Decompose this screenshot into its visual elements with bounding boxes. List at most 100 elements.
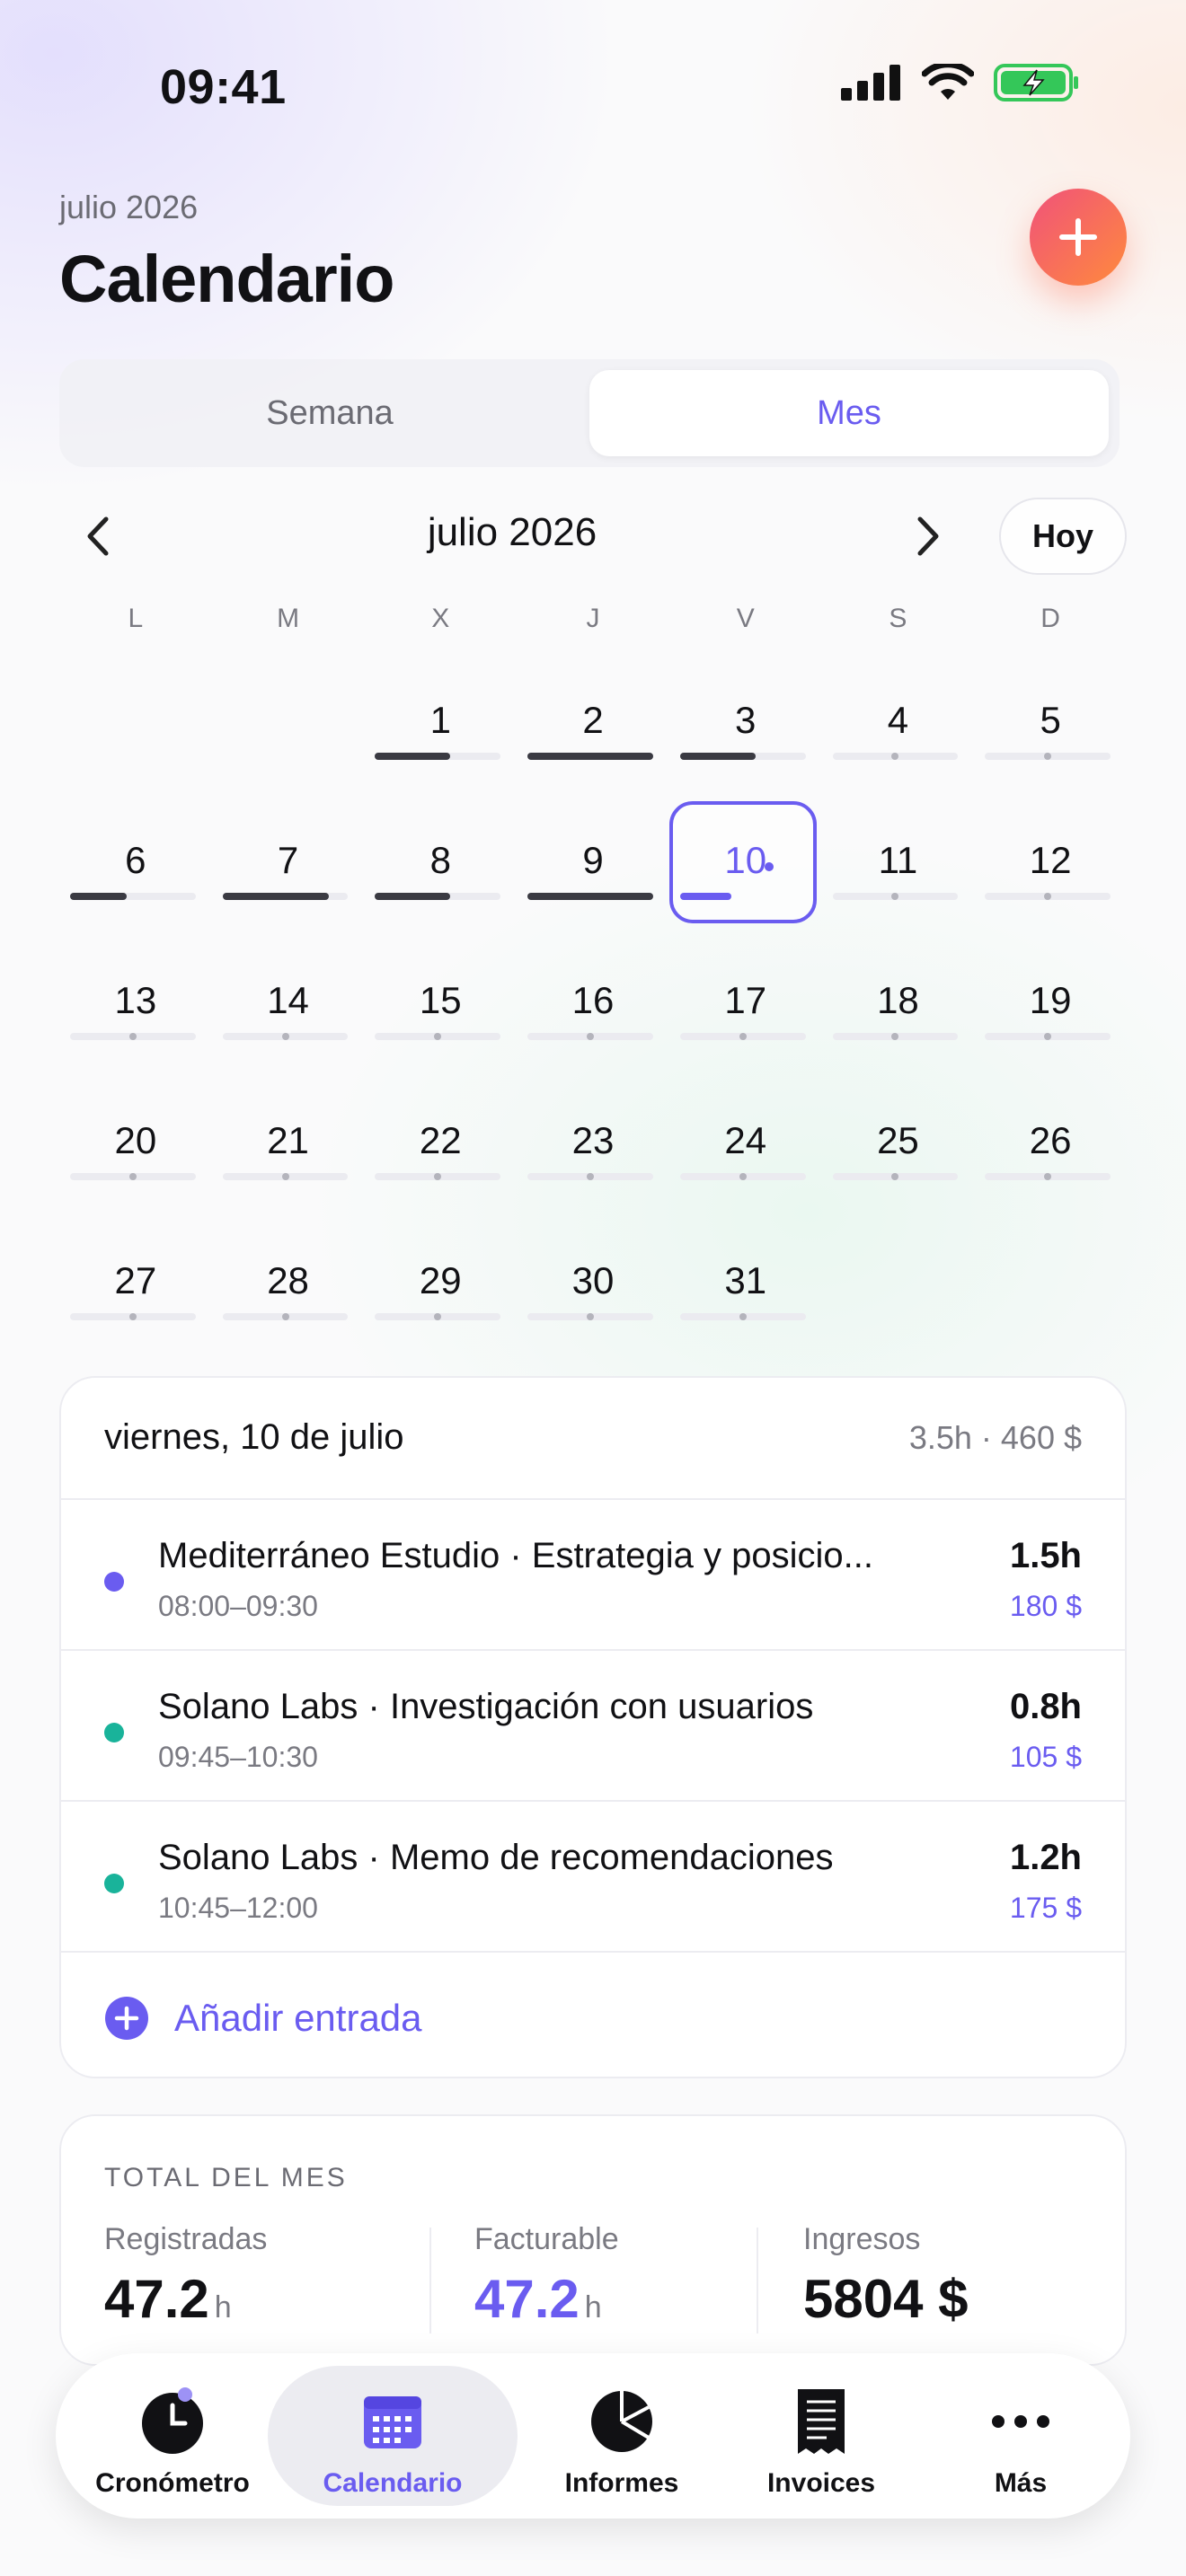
calendar-day[interactable]: 14 xyxy=(212,959,365,1099)
calendar-day[interactable]: 19 xyxy=(974,959,1127,1099)
weekday-label: X xyxy=(431,604,450,633)
day-empty-dot xyxy=(1044,893,1052,900)
status-time: 09:41 xyxy=(160,60,287,114)
segment-week[interactable]: Semana xyxy=(70,370,589,456)
day-hours-fill xyxy=(679,893,732,900)
divider xyxy=(757,2228,758,2333)
day-number: 27 xyxy=(114,1259,157,1301)
tab-mas[interactable]: Más xyxy=(931,2366,1111,2506)
calendar-day[interactable]: 25 xyxy=(822,1099,975,1239)
day-empty-dot xyxy=(739,1173,747,1180)
calendar-day[interactable]: 3 xyxy=(669,679,822,819)
calendar-day[interactable]: 29 xyxy=(364,1239,517,1380)
day-number: 5 xyxy=(1040,699,1061,741)
calendar-day[interactable]: 1 xyxy=(364,679,517,819)
day-empty-dot xyxy=(586,1033,594,1040)
time-entry[interactable]: Solano Labs · Memo de recomendaciones 10… xyxy=(61,1802,1125,1953)
calendar-day[interactable]: 20 xyxy=(59,1099,212,1239)
calendar-day[interactable]: 8 xyxy=(364,819,517,959)
day-hours-bar xyxy=(985,1173,1111,1180)
time-entry[interactable]: Mediterráneo Estudio · Estrategia y posi… xyxy=(61,1500,1125,1651)
day-empty-dot xyxy=(281,1173,289,1180)
add-button[interactable] xyxy=(1030,189,1127,286)
day-hours-fill xyxy=(222,893,330,900)
entry-amount: 175 $ xyxy=(1009,1892,1082,1924)
weekday-label: D xyxy=(1040,604,1060,633)
page-title: Calendario xyxy=(59,242,394,316)
tab-calendario[interactable]: Calendario xyxy=(268,2366,518,2506)
more-icon xyxy=(987,2387,1055,2456)
calendar-day[interactable]: 4 xyxy=(822,679,975,819)
calendar-day[interactable]: 30 xyxy=(517,1239,669,1380)
day-number: 6 xyxy=(125,839,146,881)
calendar-day[interactable]: 15 xyxy=(364,959,517,1099)
invoice-icon xyxy=(787,2387,855,2456)
entry-time: 09:45–10:30 xyxy=(158,1741,318,1773)
time-entry[interactable]: Solano Labs · Investigación con usuarios… xyxy=(61,1651,1125,1802)
project-color-dot xyxy=(104,1874,124,1893)
calendar-day[interactable]: 13 xyxy=(59,959,212,1099)
calendar-day[interactable]: 21 xyxy=(212,1099,365,1239)
calendar-day[interactable]: 17 xyxy=(669,959,822,1099)
project-color-dot xyxy=(104,1572,124,1592)
calendar-day[interactable]: 12 xyxy=(974,819,1127,959)
calendar-day[interactable]: 18 xyxy=(822,959,975,1099)
calendar-day[interactable]: 27 xyxy=(59,1239,212,1380)
stat-value: 5804 $ xyxy=(803,2269,969,2329)
calendar-day[interactable]: 23 xyxy=(517,1099,669,1239)
day-empty-dot xyxy=(586,1313,594,1320)
wifi-icon xyxy=(922,64,974,100)
stat-label: Facturable xyxy=(474,2222,619,2256)
month-nav-title: julio 2026 xyxy=(427,510,597,554)
day-hours-bar xyxy=(985,1033,1111,1040)
calendar-day[interactable]: 2 xyxy=(517,679,669,819)
entry-title: Mediterráneo Estudio · Estrategia y posi… xyxy=(158,1536,873,1575)
tab-invoices[interactable]: Invoices xyxy=(731,2366,911,2506)
day-number: 14 xyxy=(267,979,309,1021)
today-button[interactable]: Hoy xyxy=(999,498,1127,575)
day-empty-dot xyxy=(1044,753,1052,760)
calendar-day[interactable]: 28 xyxy=(212,1239,365,1380)
calendar-day[interactable]: 6 xyxy=(59,819,212,959)
calendar-day[interactable]: 24 xyxy=(669,1099,822,1239)
calendar-day-today[interactable]: 10 xyxy=(668,801,822,959)
calendar-day[interactable]: 16 xyxy=(517,959,669,1099)
entry-amount: 105 $ xyxy=(1009,1741,1082,1773)
segment-month[interactable]: Mes xyxy=(589,370,1109,456)
month-subtitle: julio 2026 xyxy=(59,189,199,225)
calendar-day[interactable]: 31 xyxy=(669,1239,822,1380)
day-card-summary: 3.5h · 460 $ xyxy=(908,1419,1082,1456)
tab-label: Cronómetro xyxy=(95,2468,250,2498)
day-card-header: viernes, 10 de julio 3.5h · 460 $ xyxy=(61,1378,1125,1500)
add-entry-button[interactable]: Añadir entrada xyxy=(104,1996,422,2041)
day-hours-fill xyxy=(679,753,756,760)
day-empty-dot xyxy=(281,1033,289,1040)
calendar-day[interactable]: 22 xyxy=(364,1099,517,1239)
calendar-day[interactable]: 9 xyxy=(517,819,669,959)
calendar-day[interactable]: 26 xyxy=(974,1099,1127,1239)
day-hours-bar xyxy=(222,1033,349,1040)
calendar-day[interactable]: 5 xyxy=(974,679,1127,819)
day-hours-bar xyxy=(70,1033,196,1040)
day-number: 25 xyxy=(877,1119,919,1161)
tab-informes[interactable]: Informes xyxy=(532,2366,712,2506)
day-hours-bar xyxy=(527,893,653,900)
day-hours-bar xyxy=(679,1313,806,1320)
day-hours-bar xyxy=(985,893,1111,900)
status-icons xyxy=(841,63,1080,102)
chevron-left-icon[interactable] xyxy=(81,514,117,559)
tab-cronometro[interactable]: Cronómetro xyxy=(83,2366,262,2506)
weekday-label: L xyxy=(128,604,144,633)
stat-income: Ingresos 5804 $ xyxy=(803,2222,969,2330)
day-empty-dot xyxy=(739,1033,747,1040)
day-number: 20 xyxy=(114,1119,157,1161)
add-entry-label: Añadir entrada xyxy=(174,1997,422,2039)
calendar-day[interactable]: 11 xyxy=(822,819,975,959)
day-number: 29 xyxy=(419,1259,462,1301)
weekday-label: S xyxy=(889,604,907,633)
calendar-day[interactable]: 7 xyxy=(212,819,365,959)
day-hours-fill xyxy=(70,893,127,900)
chevron-right-icon[interactable] xyxy=(909,514,945,559)
day-empty-dot xyxy=(891,893,899,900)
entry-amount: 180 $ xyxy=(1009,1590,1082,1622)
